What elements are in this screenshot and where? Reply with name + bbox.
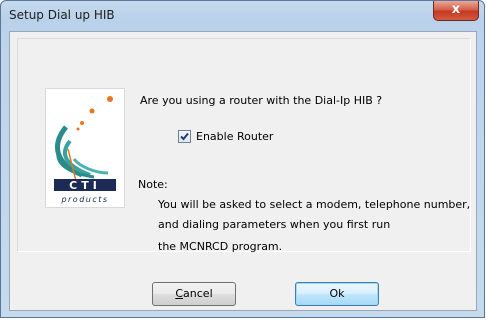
ok-button[interactable]: Ok	[295, 282, 379, 306]
title-bar[interactable]: Setup Dial up HIB x	[1, 1, 484, 31]
cancel-button[interactable]: Cancel	[152, 282, 236, 306]
cancel-label-mnemonic: C	[175, 287, 184, 300]
window-title: Setup Dial up HIB	[9, 8, 115, 22]
enable-router-checkbox[interactable]	[178, 130, 191, 143]
dialog-window: Setup Dial up HIB x CTI products Are you…	[0, 0, 485, 318]
note-line-2: and dialing parameters when you first ru…	[158, 218, 391, 231]
enable-router-label[interactable]: Enable Router	[196, 130, 273, 143]
checkmark-icon	[180, 132, 189, 141]
logo-graphic: CTI products	[54, 96, 116, 204]
ok-label: Ok	[329, 287, 345, 300]
cti-products-logo: CTI products	[45, 88, 125, 208]
logo-text-main: CTI	[69, 179, 101, 192]
note-line-3: the MCNRCD program.	[158, 240, 283, 253]
dialog-client-area: CTI products Are you using a router with…	[9, 31, 477, 311]
cancel-label-rest: ancel	[183, 287, 213, 300]
router-question: Are you using a router with the Dial-Ip …	[140, 94, 383, 107]
logo-text-sub: products	[60, 195, 108, 204]
close-button[interactable]: x	[433, 1, 479, 21]
note-heading: Note:	[138, 178, 168, 191]
close-icon: x	[451, 2, 461, 17]
note-line-1: You will be asked to select a modem, tel…	[158, 198, 471, 211]
